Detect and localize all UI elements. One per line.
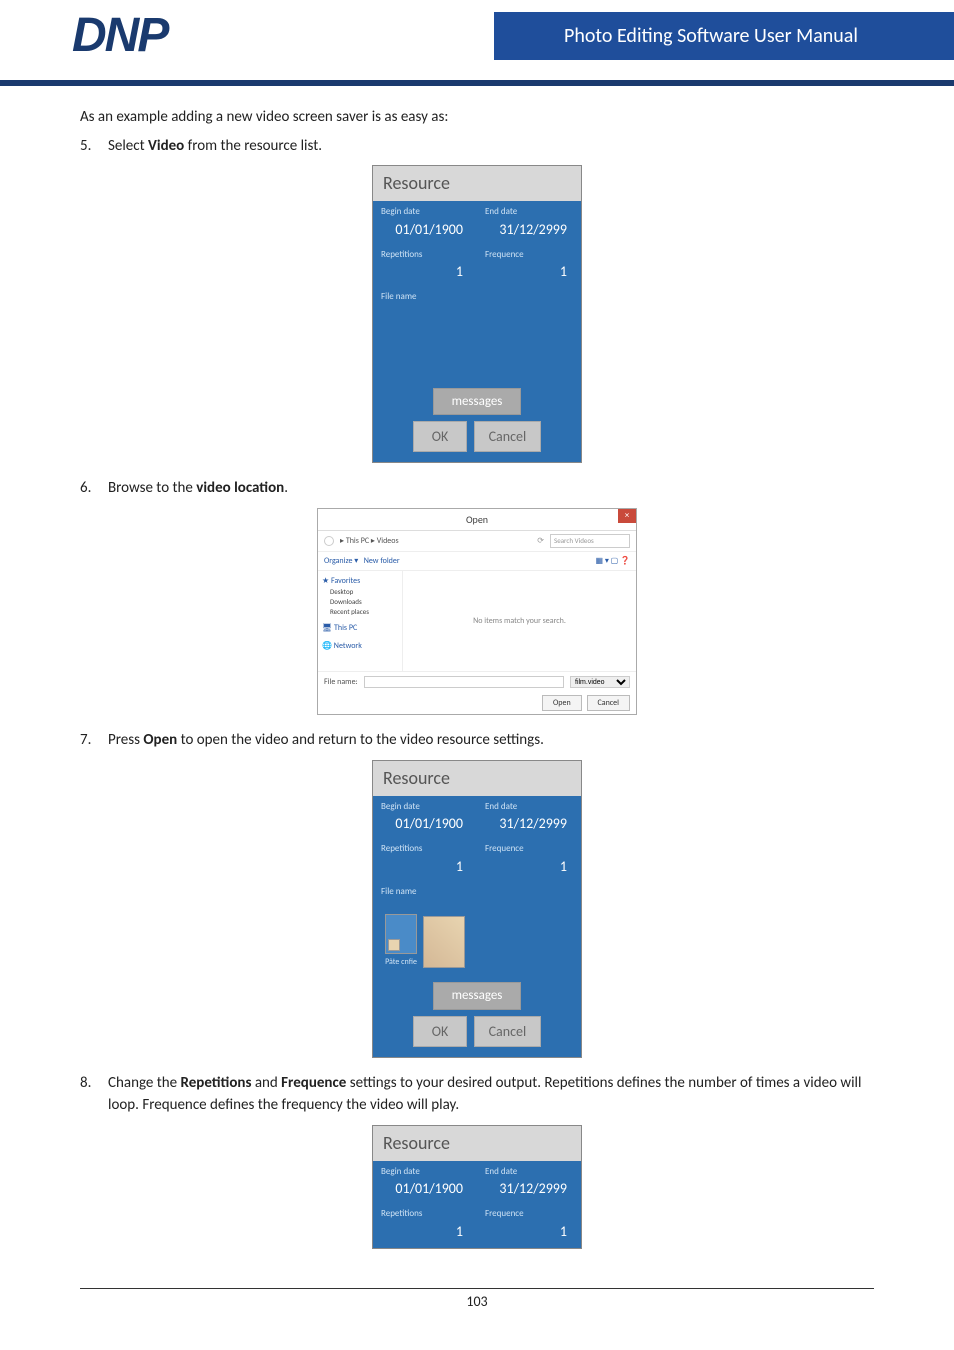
ok-button[interactable]: OK: [413, 421, 468, 452]
frequence-label: Frequence: [485, 248, 573, 262]
file-name-label-2: File name: [373, 881, 581, 903]
step-5-text: Select Video from the resource list.: [108, 135, 874, 158]
step-7-text: Press Open to open the video and return …: [108, 729, 874, 752]
dialog-cancel-button[interactable]: Cancel: [587, 695, 631, 711]
step-7: 7. Press Open to open the video and retu…: [80, 729, 874, 752]
messages-button-2[interactable]: messages: [433, 982, 522, 1010]
close-icon[interactable]: ×: [618, 509, 636, 523]
resource-title-2: Resource: [373, 761, 581, 796]
back-icon[interactable]: [324, 536, 334, 546]
end-date-label-3: End date: [485, 1165, 573, 1179]
end-date-label-2: End date: [485, 800, 573, 814]
file-area-with-video: Pâte cnfie: [381, 902, 573, 972]
step-6-text-a: Browse to the: [108, 479, 196, 497]
step-6-number: 6.: [80, 477, 108, 500]
step-5-text-c: from the resource list.: [184, 137, 322, 155]
step-8-text-a: Change the: [108, 1074, 181, 1092]
video-preview: [423, 916, 465, 968]
end-date-value-2: 31/12/2999: [485, 813, 573, 834]
step-7-text-a: Press: [108, 731, 143, 749]
logo: DNP: [72, 8, 167, 63]
end-date-value: 31/12/2999: [485, 219, 573, 240]
breadcrumb[interactable]: ▸ This PC ▸ Videos: [340, 535, 531, 547]
search-input[interactable]: Search Videos: [550, 534, 630, 549]
step-6: 6. Browse to the video location.: [80, 477, 874, 500]
frequence-value-3: 1: [485, 1221, 573, 1242]
ok-button-2[interactable]: OK: [413, 1016, 468, 1047]
resource-title-3: Resource: [373, 1126, 581, 1161]
nav-network[interactable]: 🌐 Network: [322, 640, 398, 652]
step-5-text-a: Select: [108, 137, 148, 155]
filter-select[interactable]: film.video: [570, 676, 630, 688]
repetitions-label-3: Repetitions: [381, 1207, 469, 1221]
nav-pane[interactable]: ★ Favorites Desktop Downloads Recent pla…: [318, 571, 403, 671]
step-6-text-b: video location: [196, 479, 284, 497]
step-7-number: 7.: [80, 729, 108, 752]
nav-downloads[interactable]: Downloads: [322, 597, 398, 607]
begin-date-value-3: 01/01/1900: [381, 1178, 469, 1199]
begin-date-value: 01/01/1900: [381, 219, 469, 240]
repetitions-label: Repetitions: [381, 248, 469, 262]
frequence-label-2: Frequence: [485, 842, 573, 856]
page-number: 103: [466, 1293, 487, 1310]
frequence-value-2: 1: [485, 856, 573, 877]
end-date-label: End date: [485, 205, 573, 219]
step-8-text: Change the Repetitions and Frequence set…: [108, 1072, 874, 1117]
file-list-empty: No items match your search.: [403, 571, 636, 671]
step-8: 8. Change the Repetitions and Frequence …: [80, 1072, 874, 1117]
document-title-banner: Photo Editing Software User Manual: [494, 12, 954, 60]
video-thumbnail-icon: [385, 914, 417, 954]
repetitions-value-2: 1: [381, 856, 469, 877]
video-thumbnail-label: Pâte cnfie: [385, 956, 417, 968]
organize-menu[interactable]: Organize ▾: [324, 556, 358, 566]
frequence-label-3: Frequence: [485, 1207, 573, 1221]
step-8-text-b: Repetitions: [181, 1074, 252, 1092]
filename-label: File name:: [324, 676, 358, 688]
messages-button[interactable]: messages: [433, 388, 522, 416]
begin-date-value-2: 01/01/1900: [381, 813, 469, 834]
step-7-text-c: to open the video and return to the vide…: [177, 731, 544, 749]
begin-date-label-2: Begin date: [381, 800, 469, 814]
step-8-text-d: Frequence: [281, 1074, 346, 1092]
end-date-value-3: 31/12/2999: [485, 1178, 573, 1199]
page-footer: 103: [80, 1288, 874, 1310]
view-icons[interactable]: ▦ ▾ ▢ ❓: [595, 555, 630, 567]
cancel-button-2[interactable]: Cancel: [474, 1016, 542, 1047]
nav-desktop[interactable]: Desktop: [322, 587, 398, 597]
step-5-number: 5.: [80, 135, 108, 158]
resource-panel-screenshot-2: Resource Begin date 01/01/1900 End date …: [372, 760, 582, 1058]
open-dialog-screenshot: Open × ▸ This PC ▸ Videos ⟳ Search Video…: [317, 508, 637, 716]
repetitions-label-2: Repetitions: [381, 842, 469, 856]
step-8-number: 8.: [80, 1072, 108, 1117]
open-dialog-title: Open: [466, 512, 488, 527]
cancel-button[interactable]: Cancel: [474, 421, 542, 452]
nav-recent[interactable]: Recent places: [322, 607, 398, 617]
page-content: As an example adding a new video screen …: [0, 86, 954, 1249]
resource-title: Resource: [373, 166, 581, 201]
step-8-text-c: and: [251, 1074, 281, 1092]
intro-text: As an example adding a new video screen …: [80, 106, 874, 129]
resource-panel-screenshot-1: Resource Begin date 01/01/1900 End date …: [372, 165, 582, 463]
step-7-text-b: Open: [143, 731, 177, 749]
file-name-label: File name: [373, 286, 581, 308]
frequence-value: 1: [485, 261, 573, 282]
step-6-text-c: .: [284, 479, 288, 497]
begin-date-label-3: Begin date: [381, 1165, 469, 1179]
step-5-text-b: Video: [148, 137, 184, 155]
page-header: DNP Photo Editing Software User Manual: [0, 0, 954, 80]
nav-this-pc[interactable]: 🖥 This PC: [322, 622, 398, 634]
new-folder-button[interactable]: New folder: [364, 556, 400, 566]
resource-panel-screenshot-3: Resource Begin date 01/01/1900 End date …: [372, 1125, 582, 1249]
open-button[interactable]: Open: [542, 695, 582, 711]
favorites-group[interactable]: ★ Favorites: [322, 575, 398, 587]
step-6-text: Browse to the video location.: [108, 477, 874, 500]
filename-input[interactable]: [364, 676, 564, 688]
repetitions-value-3: 1: [381, 1221, 469, 1242]
file-area-empty: [381, 308, 573, 378]
repetitions-value: 1: [381, 261, 469, 282]
step-5: 5. Select Video from the resource list.: [80, 135, 874, 158]
begin-date-label: Begin date: [381, 205, 469, 219]
